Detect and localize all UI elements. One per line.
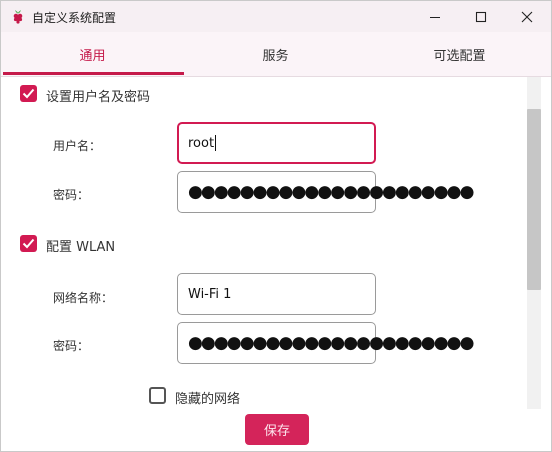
user-password-value: ●●●●●●●●●●●●●●●●●●●●●● (188, 182, 474, 202)
wlan-checkbox[interactable] (20, 235, 37, 252)
username-value: root (188, 135, 215, 151)
save-button[interactable]: 保存 (245, 414, 309, 445)
wlan-label: 配置 WLAN (46, 240, 116, 255)
ssid-value: Wi-Fi 1 (188, 286, 232, 302)
set-user-checkbox[interactable] (20, 85, 37, 102)
text-caret (215, 135, 217, 151)
tab-options[interactable]: 可选配置 (368, 32, 551, 76)
raspberry-icon (10, 8, 26, 24)
check-icon (22, 238, 35, 249)
minimize-icon (430, 16, 440, 18)
close-button[interactable] (504, 1, 550, 32)
tab-services[interactable]: 服务 (184, 32, 367, 76)
check-icon (22, 88, 35, 99)
maximize-icon (475, 11, 487, 22)
settings-window: 自定义系统配置 通用 服务 可选配置 设置用户名及密码 用户名： root 密码… (0, 0, 552, 452)
ssid-input[interactable]: Wi-Fi 1 (177, 273, 376, 315)
wlan-password-input[interactable]: ●●●●●●●●●●●●●●●●●●●●●● (177, 322, 474, 364)
window-title: 自定义系统配置 (32, 11, 117, 25)
active-tab-indicator (3, 72, 184, 75)
user-password-input[interactable]: ●●●●●●●●●●●●●●●●●●●●●● (177, 171, 474, 213)
tab-general[interactable]: 通用 (1, 32, 184, 76)
hidden-network-label: 隐藏的网络 (175, 392, 241, 407)
maximize-button[interactable] (458, 1, 504, 32)
minimize-button[interactable] (412, 1, 458, 32)
username-input[interactable]: root (177, 122, 376, 164)
ssid-label: 网络名称： (53, 291, 114, 305)
scrollbar-thumb[interactable] (527, 109, 541, 290)
username-label: 用户名： (53, 139, 102, 153)
tab-bar: 通用 服务 可选配置 (1, 32, 551, 77)
user-password-label: 密码： (53, 188, 90, 202)
set-user-label: 设置用户名及密码 (46, 90, 151, 105)
close-icon (521, 11, 533, 22)
wlan-password-label: 密码： (53, 339, 90, 353)
hidden-network-checkbox[interactable] (149, 387, 166, 404)
wlan-password-value: ●●●●●●●●●●●●●●●●●●●●●● (188, 333, 474, 353)
title-bar: 自定义系统配置 (1, 1, 551, 32)
general-panel: 设置用户名及密码 用户名： root 密码： ●●●●●●●●●●●●●●●●●… (1, 77, 527, 409)
